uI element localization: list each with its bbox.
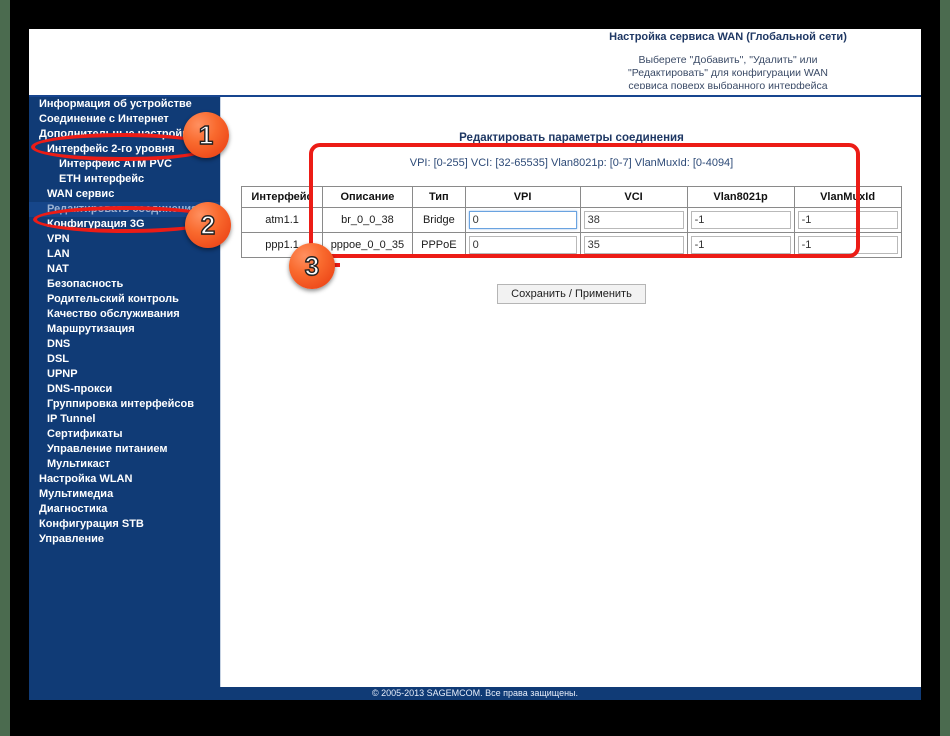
- sidebar-item-24[interactable]: Мультикаст: [29, 457, 220, 472]
- page-header: Настройка сервиса WAN (Глобальной сети) …: [29, 29, 921, 95]
- sidebar-item-11[interactable]: NAT: [29, 262, 220, 277]
- desktop-edge-left: [0, 0, 10, 736]
- sidebar-item-20[interactable]: Группировка интерфейсов: [29, 397, 220, 412]
- save-row: Сохранить / Применить: [221, 284, 921, 304]
- page-subtitle-line3-clipped: сервиса поверх выбранного интерфейса: [578, 80, 878, 89]
- sidebar-item-29[interactable]: Управление: [29, 532, 220, 547]
- page-subtitle-line1: Выберете "Добавить", "Удалить" или: [638, 54, 818, 66]
- router-admin-page: Настройка сервиса WAN (Глобальной сети) …: [29, 29, 921, 700]
- sidebar-item-16[interactable]: DNS: [29, 337, 220, 352]
- sidebar-item-18[interactable]: UPNP: [29, 367, 220, 382]
- sidebar-item-5[interactable]: ETH интерфейс: [29, 172, 220, 187]
- sidebar-item-15[interactable]: Маршрутизация: [29, 322, 220, 337]
- sidebar-item-19[interactable]: DNS-прокси: [29, 382, 220, 397]
- page-subtitle-line3: сервиса поверх выбранного интерфейса: [628, 80, 828, 89]
- sidebar-item-27[interactable]: Диагностика: [29, 502, 220, 517]
- annotation-outline-3: [309, 143, 860, 258]
- desktop-edge-right: [940, 0, 950, 736]
- sidebar-item-28[interactable]: Конфигурация STB: [29, 517, 220, 532]
- sidebar-item-10[interactable]: LAN: [29, 247, 220, 262]
- sidebar-item-0[interactable]: Информация об устройстве: [29, 97, 220, 112]
- screenshot-root: Настройка сервиса WAN (Глобальной сети) …: [0, 0, 950, 736]
- sidebar-item-21[interactable]: IP Tunnel: [29, 412, 220, 427]
- sidebar-item-14[interactable]: Качество обслуживания: [29, 307, 220, 322]
- sidebar: Информация об устройстве Соединение с Инт…: [29, 97, 220, 687]
- sidebar-item-25[interactable]: Настройка WLAN: [29, 472, 220, 487]
- sidebar-item-12[interactable]: Безопасность: [29, 277, 220, 292]
- annotation-badge-2: 2: [185, 202, 231, 248]
- sidebar-item-22[interactable]: Сертификаты: [29, 427, 220, 442]
- sidebar-menu: Информация об устройстве Соединение с Инт…: [29, 97, 220, 547]
- page-title: Настройка сервиса WAN (Глобальной сети): [609, 31, 847, 43]
- page-subtitle-line2: "Редактировать" для конфигурации WAN: [627, 67, 829, 79]
- sidebar-item-23[interactable]: Управление питанием: [29, 442, 220, 457]
- sidebar-item-26[interactable]: Мультимедиа: [29, 487, 220, 502]
- sidebar-item-13[interactable]: Родительский контроль: [29, 292, 220, 307]
- annotation-badge-3: 3: [289, 243, 335, 289]
- sidebar-item-17[interactable]: DSL: [29, 352, 220, 367]
- footer-copyright: © 2005-2013 SAGEMCOM. Все права защищены…: [29, 687, 921, 700]
- page-header-text: Настройка сервиса WAN (Глобальной сети) …: [578, 29, 878, 89]
- annotation-badge-1: 1: [183, 112, 229, 158]
- save-apply-button[interactable]: Сохранить / Применить: [497, 284, 646, 304]
- sidebar-item-6[interactable]: WAN сервис: [29, 187, 220, 202]
